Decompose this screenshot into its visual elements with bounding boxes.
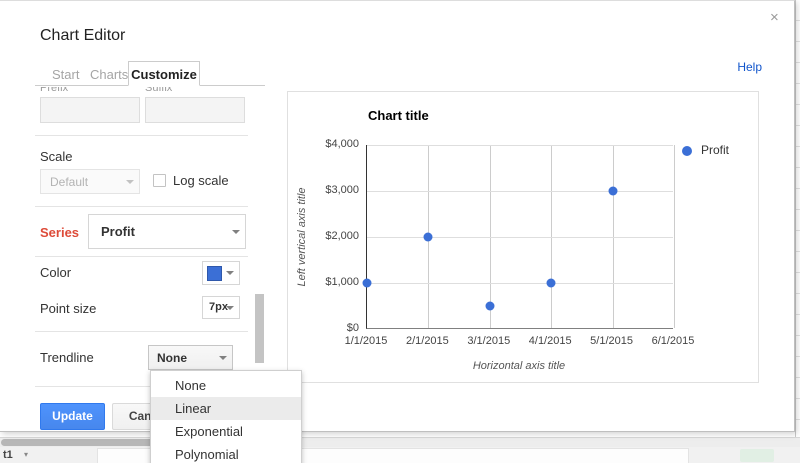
- log-scale-label: Log scale: [173, 173, 229, 188]
- x-tick-label: 3/1/2015: [467, 335, 511, 347]
- divider: [35, 331, 248, 332]
- tab-start[interactable]: Start: [52, 64, 79, 85]
- point-size-dropdown[interactable]: 7px: [202, 296, 240, 319]
- data-point: [485, 301, 495, 311]
- data-point: [423, 232, 433, 242]
- trendline-menu: None Linear Exponential Polynomial: [150, 370, 302, 463]
- divider: [35, 135, 248, 136]
- gridline-horizontal: [367, 191, 673, 192]
- divider: [35, 256, 248, 257]
- suffix-label: Suffix: [145, 87, 173, 94]
- trendline-value: None: [157, 351, 187, 365]
- series-value: Profit: [101, 224, 135, 239]
- close-icon[interactable]: ×: [770, 9, 779, 26]
- screen: t1 ▾ Chart Editor × Help Start Charts Cu…: [0, 0, 800, 463]
- series-dropdown[interactable]: Profit: [88, 214, 246, 249]
- chevron-down-icon: [126, 179, 134, 184]
- dialog-title: Chart Editor: [40, 27, 126, 44]
- x-axis-title: Horizontal axis title: [472, 360, 566, 372]
- color-dropdown[interactable]: [202, 261, 240, 285]
- trendline-label: Trendline: [40, 350, 94, 365]
- suffix-input[interactable]: [145, 97, 245, 123]
- x-tick-label: 2/1/2015: [405, 335, 449, 347]
- scale-dropdown[interactable]: Default: [40, 169, 140, 194]
- divider: [35, 206, 248, 207]
- chevron-down-icon: [219, 355, 227, 360]
- gridline-vertical: [674, 145, 675, 328]
- update-button[interactable]: Update: [40, 403, 105, 430]
- sheet-tab-caret-icon[interactable]: ▾: [24, 450, 28, 459]
- tab-customize[interactable]: Customize: [128, 61, 200, 86]
- gridline-horizontal: [367, 145, 673, 146]
- sheet-tab-bar: t1 ▾: [0, 447, 800, 463]
- chart-title: Chart title: [368, 108, 429, 123]
- trendline-option-exponential[interactable]: Exponential: [151, 420, 301, 443]
- x-tick-label: 6/1/2015: [651, 335, 695, 347]
- y-tick-label: $1,000: [325, 276, 359, 288]
- log-scale-checkbox[interactable]: [153, 174, 166, 187]
- data-point: [362, 278, 372, 288]
- x-tick-label: 4/1/2015: [528, 335, 572, 347]
- legend-label: Profit: [701, 143, 730, 157]
- legend-marker-icon: [682, 146, 692, 156]
- y-tick-label: $4,000: [325, 138, 359, 150]
- trendline-option-none[interactable]: None: [151, 374, 301, 397]
- data-point: [546, 278, 556, 288]
- x-tick-label: 1/1/2015: [344, 335, 388, 347]
- tab-charts[interactable]: Charts: [90, 64, 128, 85]
- chart-preview-panel: Chart title Left vertical axis title Hor…: [287, 91, 759, 383]
- explore-tile: [740, 449, 774, 462]
- gridline-horizontal: [367, 283, 673, 284]
- chevron-down-icon: [226, 271, 234, 275]
- gridline-horizontal: [367, 237, 673, 238]
- series-label: Series: [40, 225, 80, 240]
- trendline-option-linear[interactable]: Linear: [151, 397, 301, 420]
- chevron-down-icon: [232, 229, 240, 234]
- x-tick-label: 5/1/2015: [590, 335, 633, 347]
- clipped-field-labels: Prefix Suffix: [35, 87, 248, 95]
- sheet-tab-label[interactable]: t1: [3, 449, 13, 461]
- y-tick-label: $2,000: [325, 230, 359, 242]
- y-tick-label: $3,000: [325, 184, 359, 196]
- chart-editor-dialog: Chart Editor × Help Start Charts Customi…: [0, 0, 795, 432]
- scale-value: Default: [50, 175, 89, 189]
- scale-label: Scale: [40, 149, 73, 164]
- spreadsheet-gridlines: [795, 0, 800, 437]
- y-tick-label: $0: [346, 322, 359, 334]
- color-swatch: [207, 266, 222, 281]
- prefix-label: Prefix: [40, 87, 69, 94]
- panel-scrollbar-thumb[interactable]: [255, 294, 264, 363]
- sheet-horizontal-scrollbar[interactable]: [0, 437, 800, 447]
- help-link[interactable]: Help: [730, 60, 762, 74]
- data-point: [608, 186, 618, 196]
- prefix-input[interactable]: [40, 97, 140, 123]
- trendline-dropdown[interactable]: None: [148, 345, 233, 370]
- chevron-down-icon: [226, 305, 234, 310]
- plot-area: [362, 145, 675, 329]
- trendline-option-polynomial[interactable]: Polynomial: [151, 443, 301, 463]
- color-label: Color: [40, 265, 72, 280]
- point-size-label: Point size: [40, 301, 97, 316]
